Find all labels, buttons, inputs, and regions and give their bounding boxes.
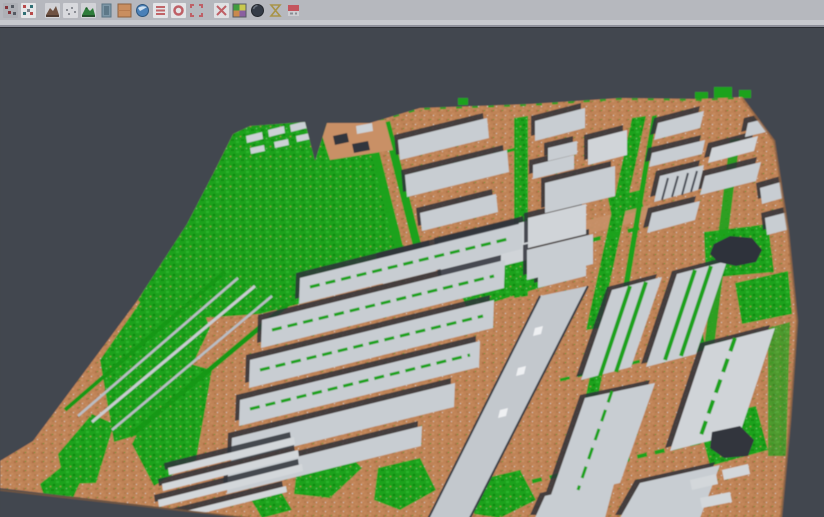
terrain-green-icon[interactable] [81, 3, 96, 18]
classified-points-icon[interactable] [21, 3, 36, 18]
measure-icon[interactable] [268, 3, 283, 18]
zoom-extents-icon[interactable] [189, 3, 204, 18]
sparse-points-icon[interactable] [63, 3, 78, 18]
globe-icon[interactable] [135, 3, 150, 18]
flag-marker-icon[interactable] [286, 3, 301, 18]
profile-panel-icon[interactable] [99, 3, 114, 18]
select-circle-icon[interactable] [171, 3, 186, 18]
toolbar [0, 0, 824, 27]
point-cloud-icon[interactable] [3, 3, 18, 18]
delete-selection-icon[interactable] [214, 3, 229, 18]
app-window [0, 0, 824, 517]
viewport-3d[interactable] [0, 27, 824, 517]
classification-palette-icon[interactable] [232, 3, 247, 18]
terrain-brown-icon[interactable] [45, 3, 60, 18]
orthophoto-icon[interactable] [117, 3, 132, 18]
sphere-view-icon[interactable] [250, 3, 265, 18]
layer-list-icon[interactable] [153, 3, 168, 18]
point-cloud-render [0, 28, 824, 517]
